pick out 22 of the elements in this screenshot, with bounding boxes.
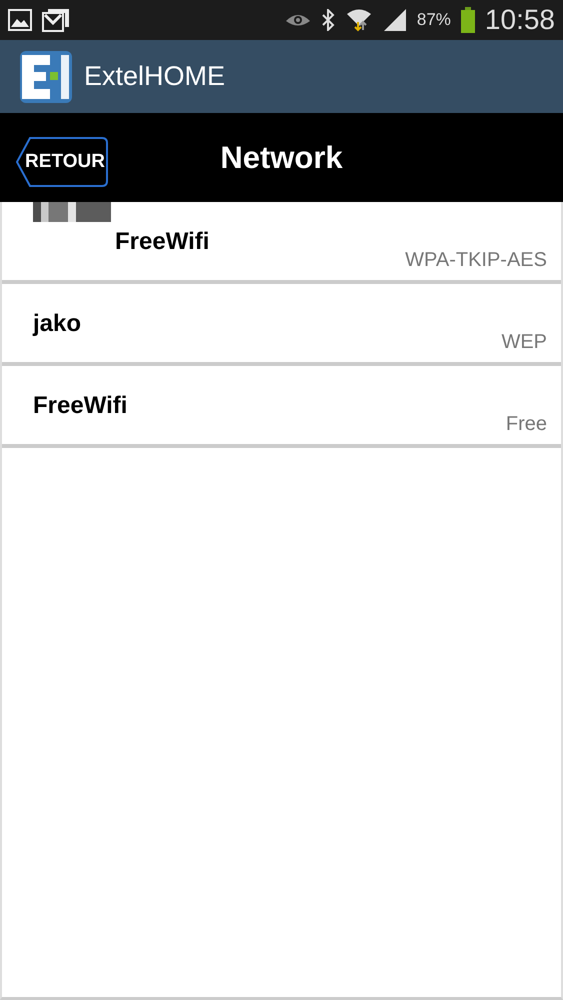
clock: 10:58 xyxy=(484,4,555,36)
picture-notification-icon xyxy=(8,9,32,31)
security-type: Free xyxy=(506,413,547,436)
bluetooth-icon xyxy=(320,9,335,31)
network-row[interactable]: FreeWifi WPA-TKIP-AES xyxy=(2,202,561,284)
security-type: WEP xyxy=(501,331,547,354)
back-button[interactable]: RETOUR xyxy=(16,137,108,187)
network-row[interactable]: jako WEP xyxy=(2,284,561,366)
screen-title: Network xyxy=(220,140,343,176)
network-name: jako xyxy=(33,310,82,338)
signal-icon xyxy=(382,8,407,32)
app-logo xyxy=(20,50,72,102)
eye-icon xyxy=(284,12,311,28)
network-name: FreeWifi xyxy=(33,392,128,420)
wifi-icon xyxy=(344,8,373,32)
battery-icon xyxy=(460,7,475,33)
security-type: WPA-TKIP-AES xyxy=(405,249,547,272)
battery-percentage: 87% xyxy=(416,10,451,30)
network-name: FreeWifi xyxy=(115,228,210,256)
app-title: ExtelHOME xyxy=(84,61,226,92)
mail-notification-icon xyxy=(42,8,70,32)
network-row[interactable]: FreeWifi Free xyxy=(2,366,561,448)
